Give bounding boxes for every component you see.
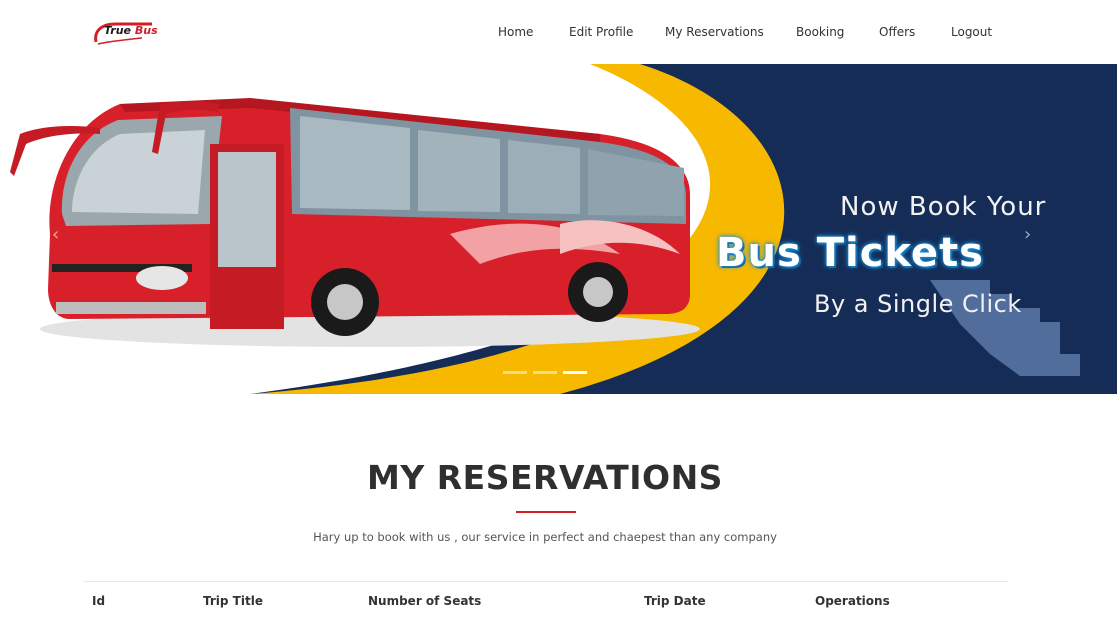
column-header-number-of-seats: Number of Seats [368, 594, 482, 608]
page-subtitle: Hary up to book with us , our service in… [313, 530, 777, 544]
column-header-trip-title: Trip Title [203, 594, 263, 608]
nav-booking[interactable]: Booking [796, 25, 844, 39]
nav-logout[interactable]: Logout [951, 25, 992, 39]
nav-home[interactable]: Home [498, 25, 533, 39]
column-header-id: Id [92, 594, 106, 608]
logo-text: True Bus [104, 24, 158, 37]
logo[interactable]: True Bus [92, 20, 158, 46]
nav-my-reservations[interactable]: My Reservations [665, 25, 764, 39]
carousel-indicator-3[interactable] [563, 371, 587, 374]
table-divider [84, 581, 1008, 582]
nav-edit-profile[interactable]: Edit Profile [569, 25, 633, 39]
carousel-indicator-2[interactable] [533, 371, 557, 374]
column-header-trip-date: Trip Date [644, 594, 706, 608]
page-title: MY RESERVATIONS [367, 458, 723, 497]
carousel-prev-icon[interactable]: ‹ [52, 224, 59, 245]
column-header-operations: Operations [815, 594, 890, 608]
banner-tagline: By a Single Click [814, 290, 1022, 318]
banner-title: Bus Tickets [716, 230, 984, 276]
top-navbar: True Bus Home Edit Profile My Reservatio… [0, 0, 1117, 64]
carousel-indicator-1[interactable] [503, 371, 527, 374]
title-underline [516, 511, 576, 513]
nav-offers[interactable]: Offers [879, 25, 915, 39]
banner-headline: Now Book Your [840, 192, 1047, 222]
hero-carousel[interactable]: Now Book Your Bus Tickets By a Single Cl… [0, 64, 1117, 394]
carousel-next-icon[interactable]: › [1024, 224, 1031, 245]
banner-illustration [0, 64, 1117, 394]
